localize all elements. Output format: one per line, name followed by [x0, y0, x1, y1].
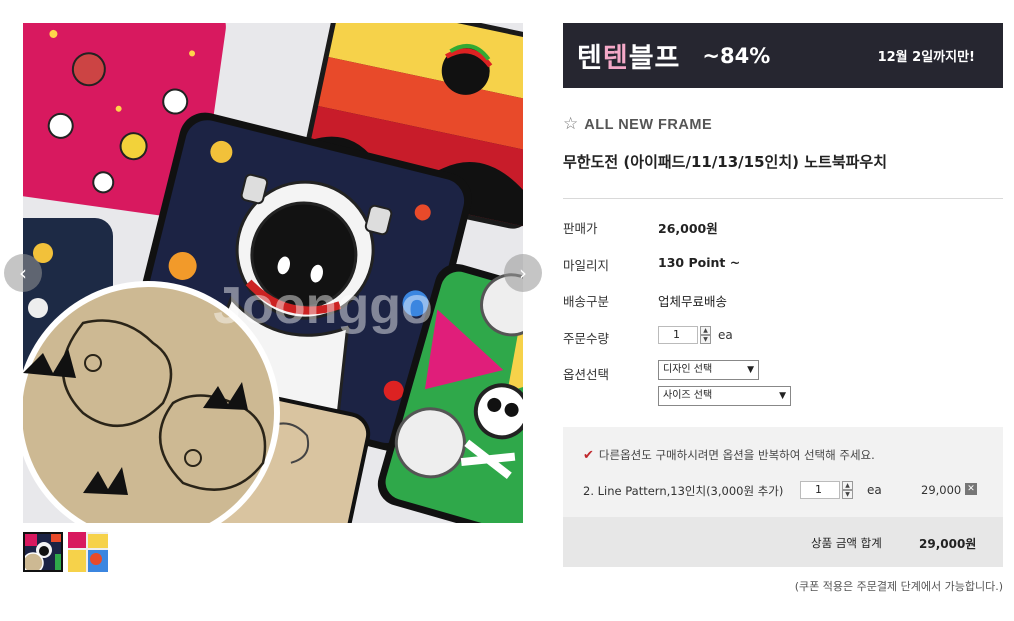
item-quantity-unit: ea	[867, 483, 882, 497]
thumbnail-colorful[interactable]	[68, 532, 108, 572]
item-quantity-up-button[interactable]: ▲	[842, 481, 853, 490]
quantity-spinner: ▲ ▼	[700, 326, 711, 344]
chevron-down-icon: ▼	[747, 365, 754, 375]
mileage-label: 마일리지	[563, 258, 610, 273]
selected-item-price: 29,000	[921, 483, 962, 497]
coupon-note: (쿠폰 적용은 주문결제 단계에서 가능합니다.)	[794, 580, 1003, 593]
promo-banner[interactable]: 텐텐블프 ~84% 12월 2일까지만!	[563, 23, 1003, 88]
product-main-image[interactable]: Joonggo	[23, 23, 523, 523]
promo-banner-title: 텐텐블프	[577, 43, 681, 74]
quantity-up-button[interactable]: ▲	[700, 326, 711, 335]
size-select[interactable]: 사이즈 선택 ▼	[658, 386, 791, 406]
price-value: 26,000원	[658, 221, 718, 236]
selected-options-box: ✔ 다른옵션도 구매하시려면 옵션을 반복하여 선택해 주세요. 2. Line…	[563, 427, 1003, 567]
close-icon: ✕	[967, 484, 975, 494]
option-label: 옵션선택	[563, 367, 610, 382]
option-notice-text: 다른옵션도 구매하시려면 옵션을 반복하여 선택해 주세요.	[598, 448, 875, 462]
item-quantity-stepper: 1 ▲ ▼ ea	[800, 481, 882, 499]
prev-image-button[interactable]: ‹	[4, 254, 42, 292]
quantity-label: 주문수량	[563, 331, 610, 346]
thumbnail-astronaut[interactable]	[23, 532, 63, 572]
thumbnail-astronaut-image	[23, 532, 63, 572]
selected-item-name: 2. Line Pattern,13인치(3,000원 추가)	[583, 484, 784, 498]
promo-deadline: 12월 2일까지만!	[877, 50, 975, 65]
chevron-down-icon: ▼	[779, 391, 786, 401]
item-quantity-input[interactable]: 1	[800, 481, 840, 499]
total-value: 29,000원	[919, 537, 977, 551]
design-select[interactable]: 디자인 선택 ▼	[658, 360, 759, 380]
remove-item-button[interactable]: ✕	[965, 483, 977, 495]
shipping-label: 배송구분	[563, 294, 610, 309]
product-photo: Joonggo	[23, 23, 523, 523]
thumbnail-colorful-image	[68, 532, 108, 572]
chevron-right-icon: ›	[519, 261, 527, 285]
mileage-value: 130 Point ~	[658, 255, 741, 270]
design-select-value: 디자인 선택	[663, 364, 713, 375]
next-image-button[interactable]: ›	[504, 254, 542, 292]
quantity-unit: ea	[718, 328, 733, 342]
brand-name[interactable]: ALL NEW FRAME	[584, 117, 712, 133]
brand-row: ☆ ALL NEW FRAME	[563, 116, 712, 133]
quantity-input[interactable]: 1	[658, 326, 698, 344]
quantity-stepper: 1 ▲ ▼ ea	[658, 326, 733, 344]
item-quantity-down-button[interactable]: ▼	[842, 490, 853, 499]
product-title: 무한도전 (아이패드/11/13/15인치) 노트북파우치	[563, 153, 888, 171]
item-quantity-spinner: ▲ ▼	[842, 481, 853, 499]
promo-discount: ~84%	[702, 43, 771, 68]
divider	[563, 198, 1003, 199]
size-select-value: 사이즈 선택	[663, 390, 713, 401]
thumbnail-list	[23, 532, 108, 572]
star-outline-icon[interactable]: ☆	[563, 116, 578, 133]
watermark-text: Joonggo	[213, 277, 433, 335]
total-label: 상품 금액 합계	[811, 536, 882, 550]
total-row: 상품 금액 합계 29,000원	[563, 517, 1003, 567]
price-label: 판매가	[563, 221, 598, 236]
check-icon: ✔	[583, 447, 594, 463]
chevron-left-icon: ‹	[19, 261, 27, 285]
quantity-down-button[interactable]: ▼	[700, 335, 711, 344]
shipping-value: 업체무료배송	[658, 294, 728, 309]
option-notice: ✔ 다른옵션도 구매하시려면 옵션을 반복하여 선택해 주세요.	[583, 447, 875, 463]
